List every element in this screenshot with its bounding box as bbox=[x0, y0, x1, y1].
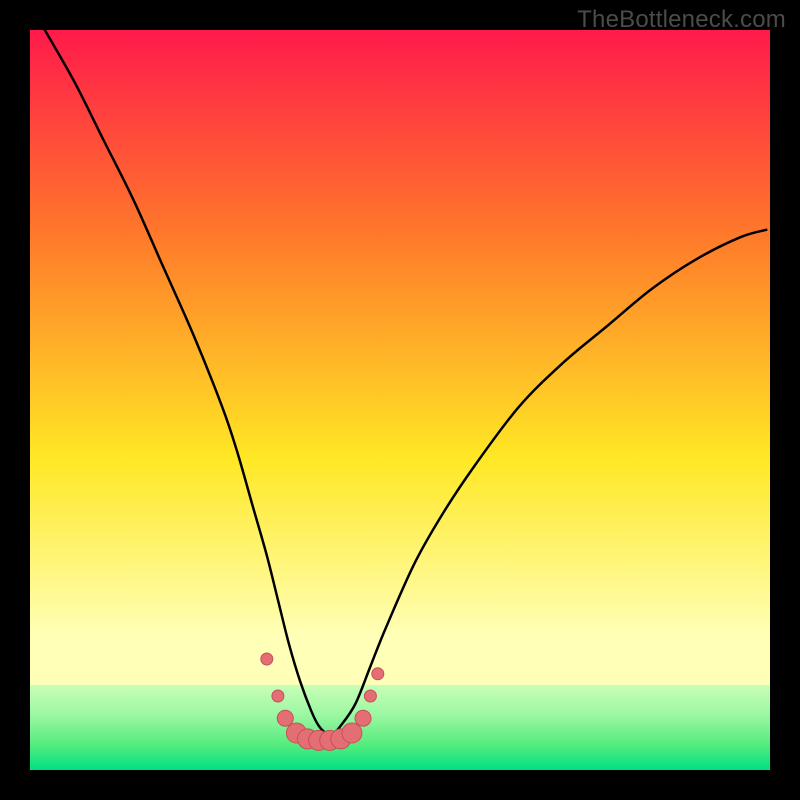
curve-marker bbox=[272, 690, 284, 702]
chart-svg bbox=[30, 30, 770, 770]
curve-marker bbox=[364, 690, 376, 702]
curve-marker bbox=[277, 710, 293, 726]
curve-marker bbox=[372, 668, 384, 680]
gradient-background bbox=[30, 30, 770, 770]
green-band bbox=[30, 685, 770, 770]
curve-marker bbox=[342, 723, 362, 743]
curve-marker bbox=[261, 653, 273, 665]
curve-marker bbox=[355, 710, 371, 726]
plot-area bbox=[30, 30, 770, 770]
chart-frame: TheBottleneck.com bbox=[0, 0, 800, 800]
